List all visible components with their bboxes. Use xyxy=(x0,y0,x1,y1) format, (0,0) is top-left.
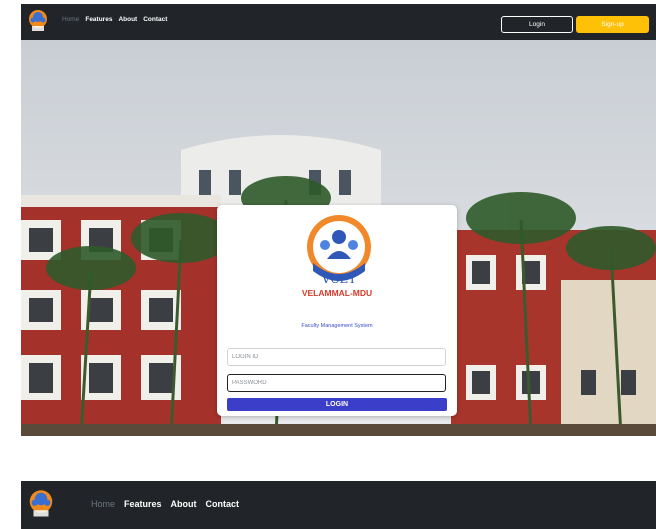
top-navbar: Home Features About Contact Login Sign-u… xyxy=(21,4,656,40)
login-button[interactable]: Login xyxy=(501,16,573,33)
nav-links-bottom: Home Features About Contact xyxy=(91,499,239,509)
signup-button[interactable]: Sign-up xyxy=(576,16,649,33)
nav-contact-link[interactable]: Contact xyxy=(206,499,240,509)
nav-features-link[interactable]: Features xyxy=(124,499,162,509)
nav-about-link[interactable]: About xyxy=(171,499,197,509)
nav-about-link[interactable]: About xyxy=(118,16,137,23)
nav-contact-link[interactable]: Contact xyxy=(143,16,167,23)
vcet-card-logo-icon: VCET xyxy=(307,215,371,286)
brand-title: VELAMMAL-MDU xyxy=(301,288,373,298)
card-logo-text: VCET xyxy=(321,272,357,286)
hero-section: VCET VELAMMAL-MDU Faculty Management Sys… xyxy=(21,40,656,436)
login-card: VCET VELAMMAL-MDU Faculty Management Sys… xyxy=(217,205,457,416)
vcet-logo-icon[interactable] xyxy=(28,489,54,519)
login-id-input[interactable] xyxy=(227,348,446,366)
login-submit-button[interactable]: LOGIN xyxy=(227,398,447,411)
nav-features-link[interactable]: Features xyxy=(85,16,112,23)
nav-home-link[interactable]: Home xyxy=(91,499,115,509)
nav-home-link[interactable]: Home xyxy=(62,16,79,23)
vcet-logo-icon[interactable] xyxy=(28,9,48,33)
brand-subtitle: Faculty Management System xyxy=(301,323,373,329)
nav-links: Home Features About Contact xyxy=(62,16,167,23)
password-input[interactable] xyxy=(227,374,446,392)
bottom-navbar: Home Features About Contact xyxy=(21,481,656,529)
